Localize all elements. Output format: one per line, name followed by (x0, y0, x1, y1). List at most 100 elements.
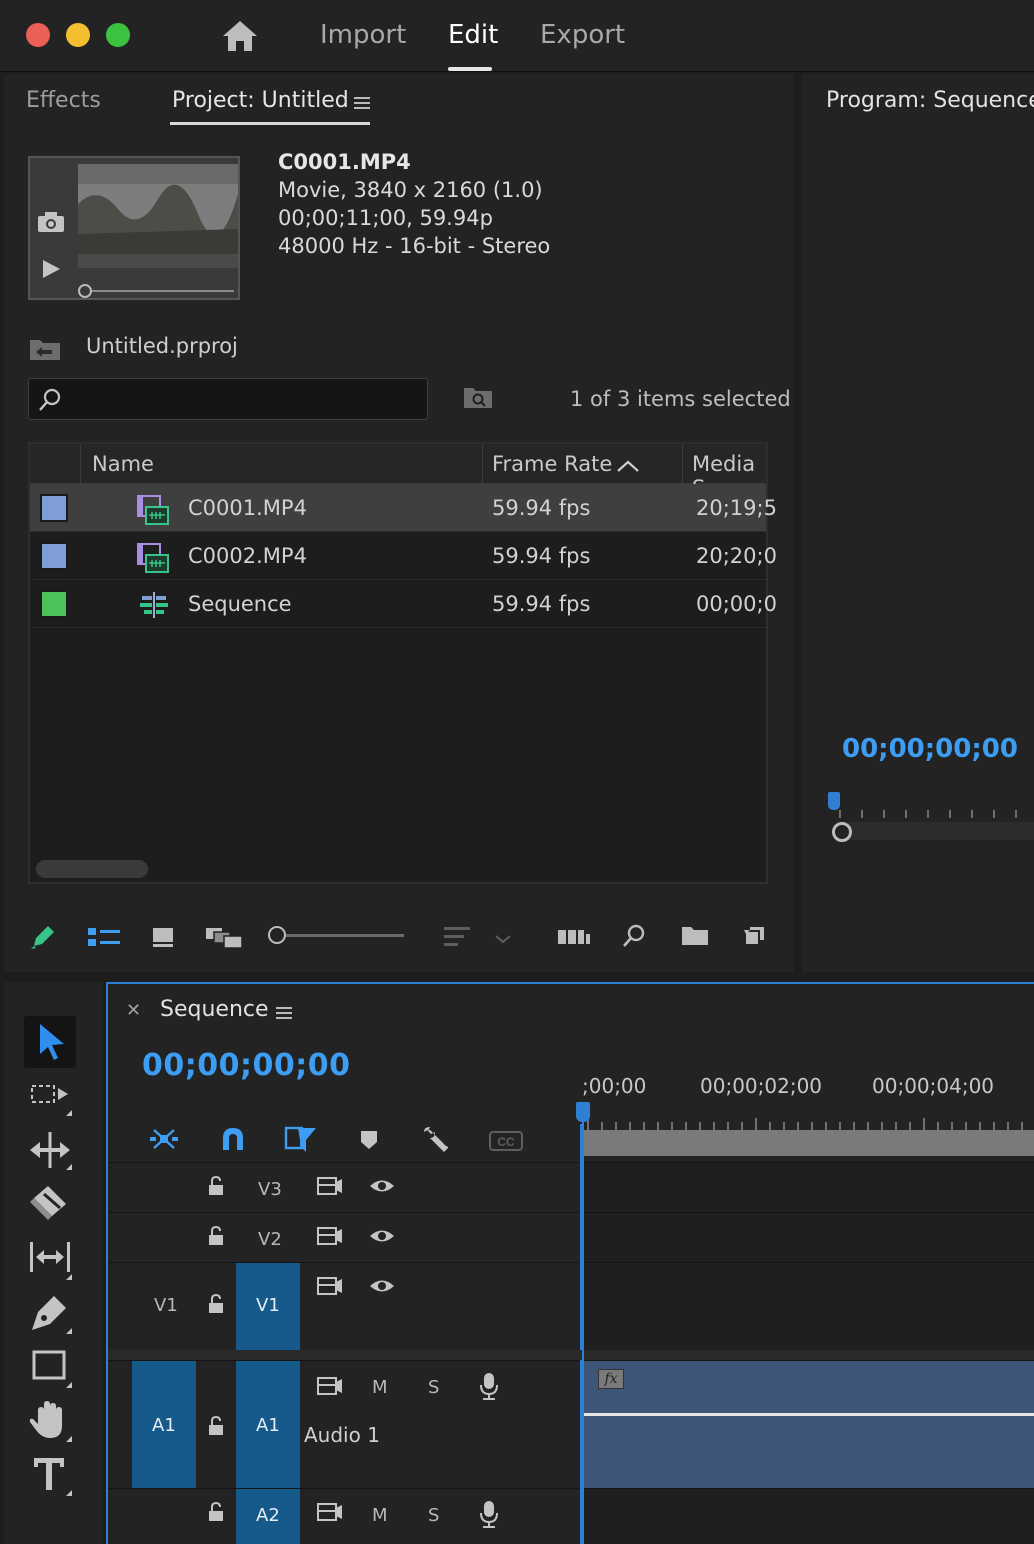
sort-icon[interactable] (442, 924, 472, 954)
automate-to-sequence-icon[interactable] (556, 926, 592, 952)
sequence-timecode[interactable]: 00;00;00;00 (142, 1048, 350, 1083)
ripple-edit-tool[interactable] (24, 1124, 76, 1176)
pencil-icon[interactable] (28, 922, 58, 956)
track-target-a2[interactable]: A2 (236, 1489, 300, 1544)
column-header-name[interactable]: Name (92, 452, 154, 476)
track-lane-v3[interactable] (582, 1162, 1034, 1212)
track-label-v3[interactable]: V3 (258, 1179, 282, 1200)
lock-icon[interactable] (206, 1501, 226, 1527)
selection-tool[interactable] (24, 1016, 76, 1068)
chevron-down-icon[interactable] (494, 930, 512, 949)
find-bin-icon[interactable] (462, 384, 494, 414)
slip-tool[interactable] (24, 1232, 76, 1284)
mute-button[interactable]: M (372, 1505, 388, 1526)
playhead[interactable] (576, 1102, 590, 1122)
play-icon[interactable] (40, 258, 62, 284)
sync-lock-icon[interactable] (316, 1375, 344, 1401)
table-row[interactable]: C0002.MP4 59.94 fps 20;20;0 (30, 532, 777, 580)
table-row[interactable]: Sequence 59.94 fps 00;00;0 (30, 580, 777, 628)
solo-button[interactable]: S (428, 1377, 439, 1398)
nav-edit[interactable]: Edit (448, 20, 498, 50)
type-tool[interactable] (24, 1448, 76, 1500)
sequence-tab-title[interactable]: Sequence (160, 997, 269, 1022)
work-area-bar[interactable] (584, 1130, 1034, 1156)
home-icon[interactable] (220, 18, 260, 54)
lock-icon[interactable] (206, 1225, 226, 1251)
snap-magnet-icon[interactable] (218, 1124, 248, 1158)
zoom-slider[interactable] (274, 934, 404, 937)
source-patch-v1[interactable]: V1 (154, 1295, 178, 1316)
time-ruler[interactable] (584, 1108, 1034, 1130)
eye-icon[interactable] (368, 1225, 396, 1251)
lock-icon[interactable] (206, 1293, 226, 1319)
track-lane-a2[interactable] (582, 1488, 1034, 1544)
hand-tool[interactable] (24, 1394, 76, 1446)
zoom-slider-handle[interactable] (268, 926, 286, 944)
program-zoom-bar[interactable] (842, 822, 1034, 840)
camera-icon[interactable] (36, 210, 66, 238)
tab-effects[interactable]: Effects (26, 88, 101, 113)
source-patch-a1[interactable]: A1 (132, 1361, 196, 1489)
program-monitor-title[interactable]: Program: Sequence (826, 88, 1034, 113)
label-color-swatch[interactable] (40, 494, 68, 522)
preview-scrubber-handle[interactable] (78, 284, 92, 298)
track-lane-v1[interactable] (582, 1262, 1034, 1350)
track-lane-a1[interactable]: fx (582, 1360, 1034, 1489)
close-window-button[interactable] (26, 23, 50, 47)
project-bin-icon[interactable] (28, 336, 62, 366)
solo-button[interactable]: S (428, 1505, 439, 1526)
eye-icon[interactable] (368, 1175, 396, 1201)
track-target-v1[interactable]: V1 (236, 1263, 300, 1351)
add-marker-icon[interactable] (358, 1128, 380, 1156)
close-sequence-button[interactable]: ✕ (126, 1000, 141, 1021)
sync-lock-icon[interactable] (316, 1225, 344, 1251)
pen-tool[interactable] (24, 1286, 76, 1338)
minimize-window-button[interactable] (66, 23, 90, 47)
razor-tool[interactable] (24, 1178, 76, 1230)
fx-badge[interactable]: fx (598, 1369, 624, 1389)
video-audio-divider[interactable] (108, 1350, 1034, 1360)
panel-menu-icon[interactable] (352, 94, 372, 116)
preview-scrubber[interactable] (78, 290, 234, 292)
find-icon[interactable] (620, 922, 648, 954)
linked-selection-icon[interactable] (284, 1124, 318, 1158)
new-bin-icon[interactable] (680, 924, 710, 952)
program-timecode[interactable]: 00;00;00;00 (842, 734, 1018, 764)
rectangle-tool[interactable] (24, 1340, 76, 1392)
sync-lock-icon[interactable] (316, 1501, 344, 1527)
nav-import[interactable]: Import (320, 20, 406, 50)
microphone-icon[interactable] (478, 1499, 500, 1533)
nav-export[interactable]: Export (540, 20, 625, 50)
lock-icon[interactable] (206, 1175, 226, 1201)
sort-ascending-icon[interactable] (616, 458, 640, 477)
list-view-icon[interactable] (86, 924, 122, 954)
eye-icon[interactable] (368, 1275, 396, 1301)
zoom-window-button[interactable] (106, 23, 130, 47)
search-input[interactable] (28, 378, 428, 420)
audio-clip-waveform[interactable] (582, 1416, 1034, 1489)
sequence-menu-icon[interactable] (274, 1004, 294, 1026)
column-header-frame-rate[interactable]: Frame Rate (492, 452, 612, 476)
label-color-swatch[interactable] (40, 542, 68, 570)
sync-lock-icon[interactable] (316, 1175, 344, 1201)
label-color-swatch[interactable] (40, 590, 68, 618)
track-label-v2[interactable]: V2 (258, 1229, 282, 1250)
audio-clip-top[interactable]: fx (582, 1361, 1034, 1413)
track-target-a1[interactable]: A1 (236, 1361, 300, 1489)
wrench-icon[interactable] (420, 1124, 450, 1158)
captions-icon[interactable]: CC (488, 1130, 524, 1156)
new-item-icon[interactable] (742, 924, 768, 952)
playhead-line[interactable] (582, 1112, 584, 1544)
program-zoom-handle[interactable] (832, 822, 852, 842)
table-row[interactable]: C0001.MP4 59.94 fps 20;19;5 (30, 484, 777, 532)
freeform-view-icon[interactable] (204, 922, 244, 954)
mute-button[interactable]: M (372, 1377, 388, 1398)
track-lane-v2[interactable] (582, 1212, 1034, 1262)
lock-icon[interactable] (206, 1415, 226, 1441)
track-select-tool[interactable] (24, 1070, 76, 1122)
insert-nest-icon[interactable] (148, 1124, 180, 1158)
tab-project[interactable]: Project: Untitled (172, 88, 349, 113)
horizontal-scrollbar[interactable] (36, 860, 148, 878)
microphone-icon[interactable] (478, 1371, 500, 1405)
icon-view-icon[interactable] (150, 924, 176, 954)
